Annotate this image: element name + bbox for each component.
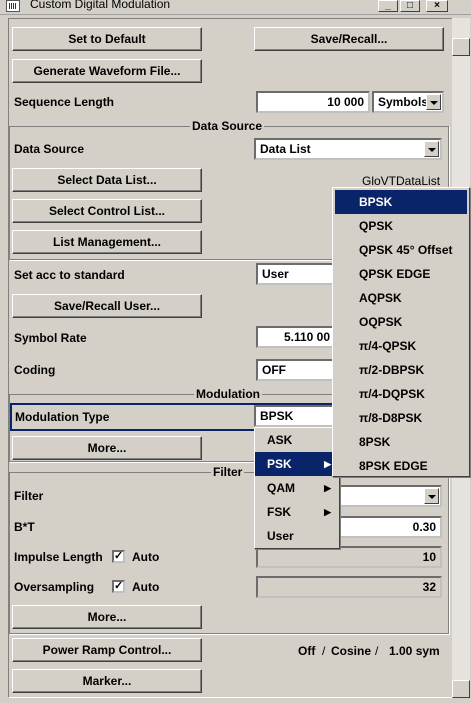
submenu-item-pi4-dqpsk[interactable]: π/4-DQPSK (333, 382, 469, 406)
menu-item-user[interactable]: User (255, 524, 339, 548)
submenu-item-aqpsk[interactable]: AQPSK (333, 286, 469, 310)
sequence-length-input[interactable]: 10 000 (256, 91, 370, 113)
sequence-length-unit-value: Symbols (378, 95, 429, 109)
title-bar: Custom Digital Modulation _ □ × (0, 0, 471, 15)
data-source-label: Data Source (14, 142, 85, 156)
submenu-item-pi4-qpsk[interactable]: π/4-QPSK (333, 334, 469, 358)
menu-item-fsk[interactable]: FSK ▶ (255, 500, 339, 524)
menu-item-label: QAM (267, 481, 295, 495)
window-icon (6, 0, 20, 12)
sequence-length-label: Sequence Length (14, 95, 115, 109)
modulation-type-label: Modulation Type (15, 410, 110, 424)
select-control-list-button[interactable]: Select Control List... (12, 199, 202, 223)
impulse-auto-checkbox[interactable]: ✓ (112, 550, 125, 563)
menu-item-label: ASK (267, 433, 293, 447)
scroll-down-button[interactable] (452, 680, 470, 698)
submenu-item-8psk[interactable]: 8PSK (333, 430, 469, 454)
marker-button[interactable]: Marker... (12, 669, 202, 693)
coding-label: Coding (14, 363, 56, 377)
minimize-button[interactable]: _ (378, 0, 398, 12)
filter-group-title: Filter (211, 465, 245, 479)
chevron-right-icon: ▶ (324, 459, 331, 469)
power-ramp-state: Off (298, 644, 316, 658)
bt-label: B*T (14, 520, 35, 534)
coding-select[interactable]: OFF (256, 359, 336, 381)
selected-data-list-name: GloVTDataList (362, 174, 441, 188)
submenu-item-oqpsk[interactable]: OQPSK (333, 310, 469, 334)
data-source-select[interactable]: Data List (254, 138, 442, 160)
standard-label: Set acc to standard (14, 268, 125, 282)
submenu-item-pi2-dbpsk[interactable]: π/2-DBPSK (333, 358, 469, 382)
power-ramp-separator: / (322, 644, 326, 658)
impulse-length-label: Impulse Length (14, 550, 103, 564)
select-data-list-button[interactable]: Select Data List... (12, 168, 202, 192)
save-recall-user-button[interactable]: Save/Recall User... (12, 294, 202, 318)
chevron-right-icon: ▶ (324, 507, 331, 517)
submenu-item-qpsk-edge[interactable]: QPSK EDGE (333, 262, 469, 286)
menu-item-label: PSK (267, 457, 292, 471)
filter-select[interactable] (336, 485, 442, 507)
menu-item-label: FSK (267, 505, 291, 519)
list-management-button[interactable]: List Management... (12, 230, 202, 254)
data-source-group-title: Data Source (190, 119, 265, 133)
psk-submenu: BPSK QPSK QPSK 45° Offset QPSK EDGE AQPS… (332, 187, 470, 477)
submenu-item-qpsk[interactable]: QPSK (333, 214, 469, 238)
power-ramp-shape: Cosine (331, 644, 372, 658)
menu-item-qam[interactable]: QAM ▶ (255, 476, 339, 500)
menu-item-label: User (267, 529, 294, 543)
maximize-button[interactable]: □ (400, 0, 420, 12)
modulation-more-button[interactable]: More... (12, 436, 202, 460)
save-recall-button[interactable]: Save/Recall... (254, 27, 444, 51)
menu-item-ask[interactable]: ASK (255, 428, 339, 452)
standard-select[interactable]: User (256, 263, 336, 285)
generate-waveform-button[interactable]: Generate Waveform File... (12, 59, 202, 83)
oversampling-auto-checkbox[interactable]: ✓ (112, 580, 125, 593)
power-ramp-control-button[interactable]: Power Ramp Control... (12, 638, 202, 662)
modulation-type-select[interactable]: BPSK (254, 405, 334, 427)
oversampling-label: Oversampling (14, 580, 95, 594)
data-source-value: Data List (260, 142, 311, 156)
chevron-down-icon (426, 94, 441, 110)
window-title: Custom Digital Modulation (30, 0, 171, 11)
submenu-item-bpsk[interactable]: BPSK (335, 190, 467, 214)
oversampling-value: 32 (256, 576, 442, 598)
sequence-length-unit-select[interactable]: Symbols (372, 91, 444, 113)
filter-label: Filter (14, 489, 44, 503)
menu-item-psk[interactable]: PSK ▶ (255, 452, 339, 476)
chevron-down-icon (424, 141, 439, 157)
submenu-item-pi8-d8psk[interactable]: π/8-D8PSK (333, 406, 469, 430)
power-ramp-separator: / (375, 644, 379, 658)
impulse-length-value: 10 (256, 546, 442, 568)
submenu-item-qpsk-45-offset[interactable]: QPSK 45° Offset (333, 238, 469, 262)
oversampling-auto-label: Auto (132, 580, 160, 594)
filter-more-button[interactable]: More... (12, 605, 202, 629)
power-ramp-length: 1.00 sym (389, 644, 440, 658)
chevron-down-icon (424, 488, 439, 504)
scroll-up-button[interactable] (452, 38, 470, 56)
bt-input[interactable]: 0.30 (336, 516, 442, 538)
impulse-auto-label: Auto (132, 550, 160, 564)
symbol-rate-input[interactable]: 5.110 00 (256, 326, 336, 348)
close-button[interactable]: × (426, 0, 448, 12)
submenu-item-8psk-edge[interactable]: 8PSK EDGE (333, 454, 469, 478)
chevron-right-icon: ▶ (324, 483, 331, 493)
modulation-category-menu: ASK PSK ▶ QAM ▶ FSK ▶ User (254, 427, 340, 549)
modulation-group-title: Modulation (194, 387, 262, 401)
symbol-rate-label: Symbol Rate (14, 331, 87, 345)
set-to-default-button[interactable]: Set to Default (12, 27, 202, 51)
